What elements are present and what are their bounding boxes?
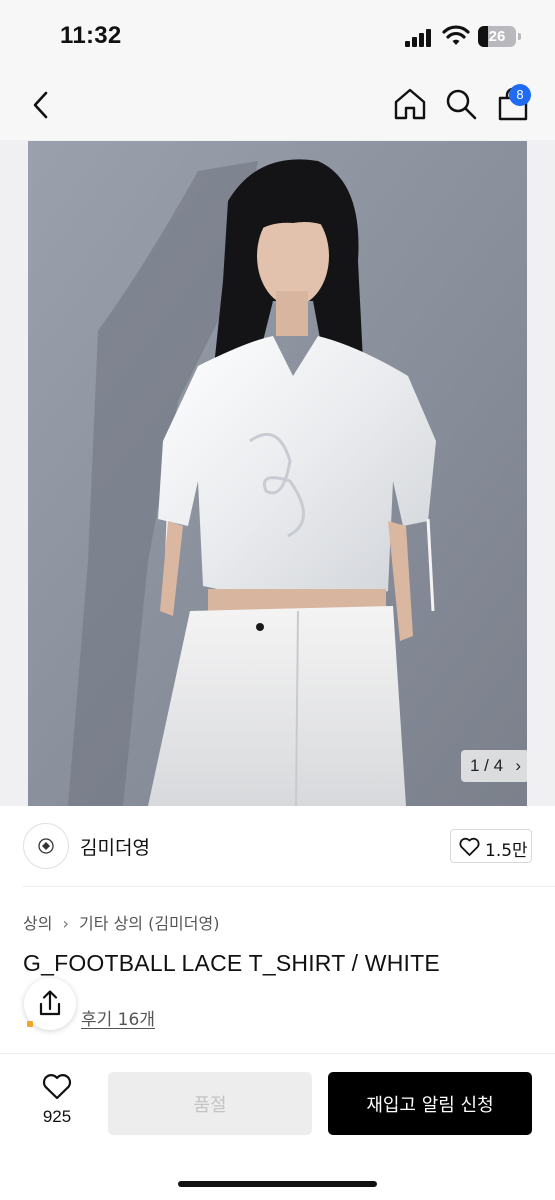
product-image[interactable] [28,141,527,806]
battery-level: 26 [488,28,506,45]
image-counter[interactable]: 1 / 4 › [461,750,529,782]
wishlist-button[interactable]: 925 [30,1073,84,1133]
home-icon[interactable] [392,86,428,122]
brand-logo-icon[interactable] [23,823,69,869]
product-title: G_FOOTBALL LACE T_SHIRT / WHITE [23,950,440,976]
battery-tip [518,33,521,40]
breadcrumb-subcategory[interactable]: 기타 상의 (김미더영) [79,914,219,933]
review-star-icon [27,1021,33,1027]
breadcrumb-category[interactable]: 상의 [23,914,52,933]
status-time: 11:32 [60,22,122,49]
battery-icon: 26 [478,26,516,47]
restock-alert-button[interactable]: 재입고 알림 신청 [328,1072,532,1135]
heart-icon [42,1074,72,1100]
brand-name[interactable]: 김미더영 [80,833,150,860]
chevron-right-icon: › [515,756,521,775]
search-icon[interactable] [444,87,478,121]
chevron-right-icon: › [62,914,69,933]
back-icon[interactable] [26,88,56,122]
wishlist-count: 925 [42,1107,72,1126]
brand-like-button[interactable]: 1.5만 [450,829,532,863]
image-counter-text: 1 / 4 [470,756,504,775]
home-indicator [178,1181,377,1187]
soldout-button[interactable]: 품절 [108,1072,312,1135]
reviews-link[interactable]: 후기 16개 [81,1005,155,1030]
cellular-signal-icon [405,29,435,47]
cart-count-badge: 8 [509,84,531,106]
heart-icon [459,837,480,856]
breadcrumb: 상의 › 기타 상의 (김미더영) [23,910,219,934]
nav-bar [0,70,555,140]
wifi-icon [442,25,470,45]
brand-like-count: 1.5만 [485,841,528,861]
divider [23,886,555,887]
status-bar: 11:32 26 [0,0,555,70]
